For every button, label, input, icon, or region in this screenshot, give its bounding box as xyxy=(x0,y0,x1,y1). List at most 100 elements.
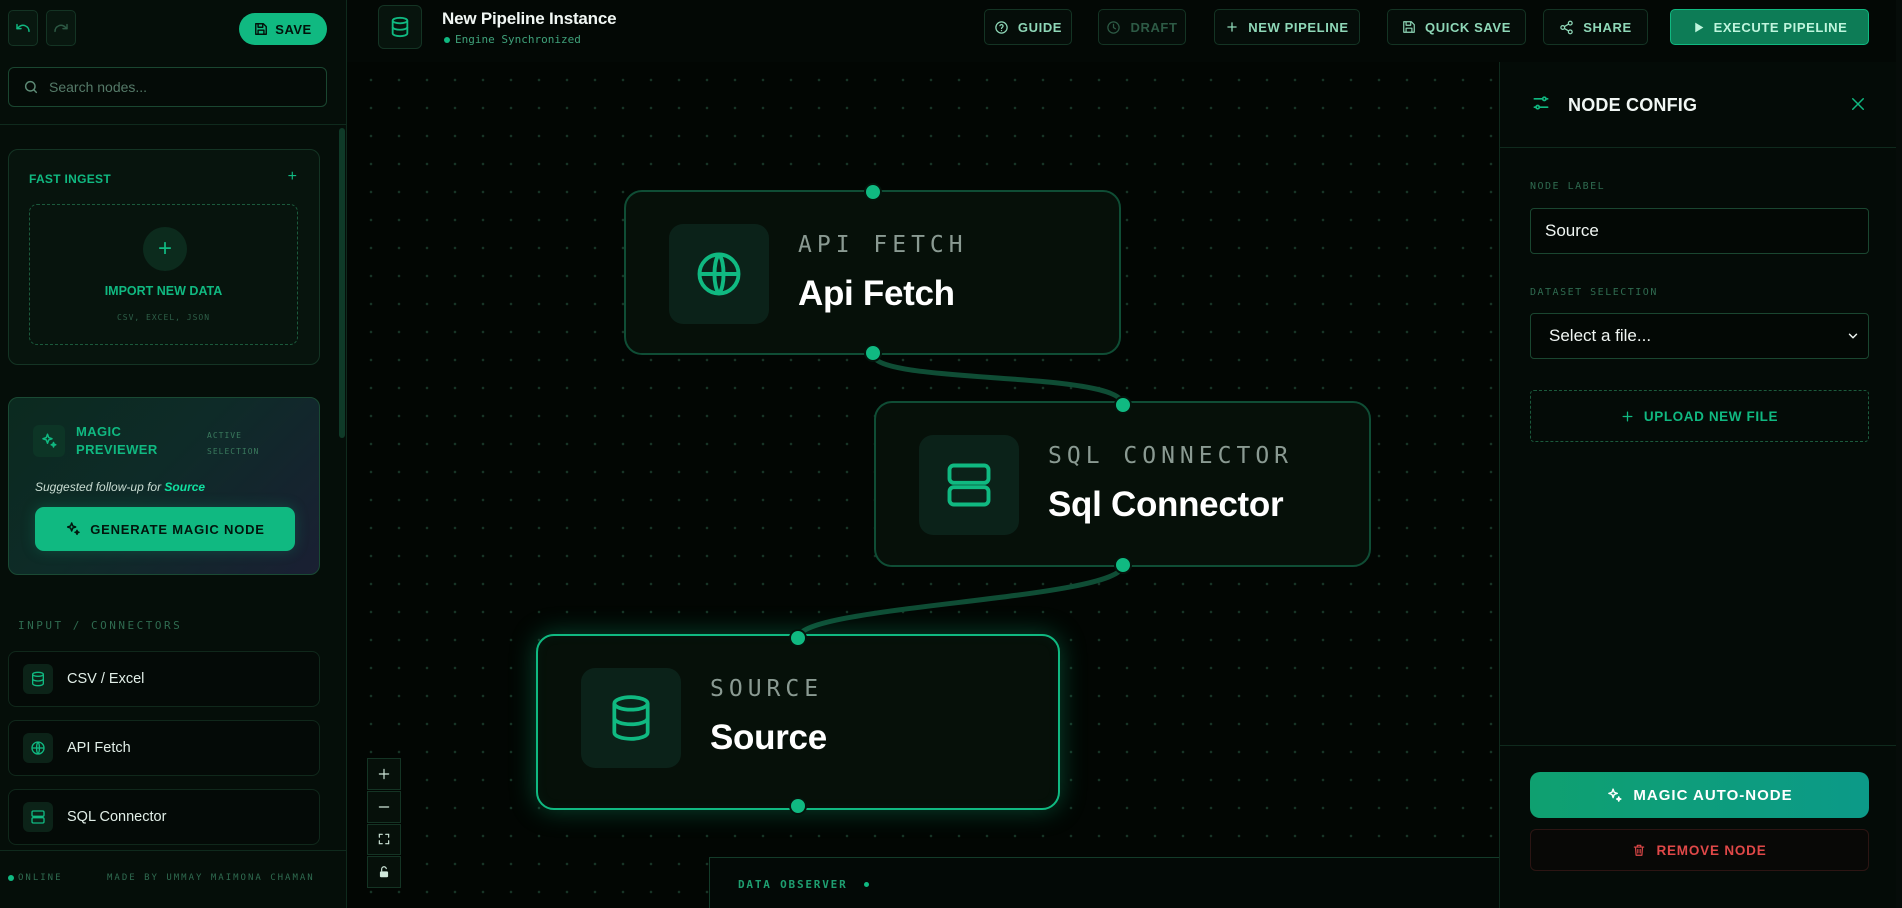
config-title: NODE CONFIG xyxy=(1568,95,1698,115)
library-item-label: CSV / Excel xyxy=(67,671,145,687)
online-status: ONLINE xyxy=(8,873,63,883)
zoom-controls xyxy=(367,758,401,888)
redo-icon xyxy=(54,23,68,33)
node-type-label: SQL CONNECTOR xyxy=(1048,443,1294,469)
library-item-sql-connector[interactable]: SQL Connector xyxy=(8,789,320,845)
save-label: SAVE xyxy=(275,21,312,37)
dataset-select[interactable]: Select a file... xyxy=(1530,313,1869,359)
library-item-label: SQL Connector xyxy=(67,809,167,825)
config-header: NODE CONFIG xyxy=(1500,62,1902,148)
minus-icon xyxy=(378,806,390,808)
node-name-label: Api Fetch xyxy=(798,274,955,313)
maximize-icon xyxy=(378,834,390,845)
node-sql-connector-output-handle[interactable] xyxy=(1114,556,1132,574)
server-icon xyxy=(919,435,1019,535)
node-api-fetch[interactable]: API FETCH Api Fetch xyxy=(624,190,1121,355)
new-pipeline-button[interactable]: NEW PIPELINE xyxy=(1214,9,1360,45)
dataset-selection-title: DATASET SELECTION xyxy=(1530,287,1658,298)
zoom-in-button[interactable] xyxy=(367,758,401,790)
sliders-icon xyxy=(1531,93,1551,118)
sidebar-toolbar: SAVE xyxy=(0,0,346,125)
search-input[interactable] xyxy=(49,79,309,95)
import-label: IMPORT NEW DATA xyxy=(104,284,223,298)
remove-node-button[interactable]: REMOVE NODE xyxy=(1530,829,1869,871)
database-icon xyxy=(23,664,53,694)
quick-save-button[interactable]: QUICK SAVE xyxy=(1387,9,1526,45)
sidebar-footer: ONLINE MADE BY UMMAY MAIMONA CHAMAN xyxy=(0,850,346,908)
draft-button[interactable]: DRAFT xyxy=(1098,9,1186,45)
node-name-label: Source xyxy=(710,718,827,757)
node-api-fetch-input-handle[interactable] xyxy=(864,183,882,201)
sparkles-icon xyxy=(1608,787,1622,802)
share-button[interactable]: SHARE xyxy=(1543,9,1648,45)
node-type-label: SOURCE xyxy=(710,676,824,702)
fast-ingest-card: FAST INGEST + + IMPORT NEW DATA CSV, EXC… xyxy=(8,149,320,365)
dataset-select-value: Select a file... xyxy=(1549,326,1652,345)
server-icon xyxy=(23,802,53,832)
node-source-input-handle[interactable] xyxy=(789,629,807,647)
node-label-title: NODE LABEL xyxy=(1530,181,1606,192)
execute-pipeline-button[interactable]: EXECUTE PIPELINE xyxy=(1670,9,1869,45)
help-circle-icon xyxy=(995,20,1008,34)
node-sql-connector[interactable]: SQL CONNECTOR Sql Connector xyxy=(874,401,1371,567)
trash-icon xyxy=(1634,844,1645,856)
node-type-label: API FETCH xyxy=(798,232,968,258)
database-icon xyxy=(581,668,681,768)
close-config-button[interactable] xyxy=(1845,91,1871,117)
lock-icon xyxy=(379,866,389,878)
chevron-down-icon xyxy=(1848,333,1858,339)
node-source[interactable]: SOURCE Source xyxy=(536,634,1060,810)
undo-icon xyxy=(16,23,30,33)
status-dot xyxy=(8,875,14,881)
fast-ingest-add-button[interactable]: + xyxy=(288,168,297,186)
plus-icon xyxy=(1227,22,1238,32)
suggestion-text: Suggested follow-up for Source xyxy=(35,480,206,494)
window-edge xyxy=(1896,0,1902,908)
search-box[interactable] xyxy=(8,67,327,107)
status-dot xyxy=(444,36,450,43)
library-item-label: API Fetch xyxy=(67,740,131,756)
top-header: New Pipeline Instance Engine Synchronize… xyxy=(347,0,1902,54)
lock-button[interactable] xyxy=(367,856,401,888)
sidebar-scrollbar[interactable] xyxy=(339,128,345,438)
plus-icon xyxy=(378,768,390,780)
upload-new-file-button[interactable]: UPLOAD NEW FILE xyxy=(1530,390,1869,442)
undo-button[interactable] xyxy=(8,10,38,46)
node-label-input[interactable] xyxy=(1530,208,1869,254)
sparkles-icon xyxy=(67,522,80,536)
node-sql-connector-input-handle[interactable] xyxy=(1114,396,1132,414)
import-dropzone[interactable]: + IMPORT NEW DATA CSV, EXCEL, JSON xyxy=(29,204,298,345)
fast-ingest-title: FAST INGEST xyxy=(29,172,111,186)
plus-icon xyxy=(1622,411,1633,421)
library-item-api-fetch[interactable]: API Fetch xyxy=(8,720,320,776)
magic-auto-node-button[interactable]: MAGIC AUTO-NODE xyxy=(1530,772,1869,818)
save-button[interactable]: SAVE xyxy=(239,13,327,45)
engine-status: Engine Synchronized xyxy=(444,33,581,46)
node-api-fetch-output-handle[interactable] xyxy=(864,344,882,362)
close-icon xyxy=(1852,98,1864,110)
globe-icon xyxy=(669,224,769,324)
library-item-csv-excel[interactable]: CSV / Excel xyxy=(8,651,320,707)
share-icon xyxy=(1560,20,1573,34)
fit-view-button[interactable] xyxy=(367,823,401,856)
guide-button[interactable]: GUIDE xyxy=(984,9,1072,45)
save-icon xyxy=(255,23,268,35)
node-source-output-handle[interactable] xyxy=(789,797,807,815)
zoom-out-button[interactable] xyxy=(367,790,401,823)
import-formats: CSV, EXCEL, JSON xyxy=(116,313,211,322)
observer-status-dot xyxy=(864,882,869,887)
generate-magic-node-button[interactable]: GENERATE MAGIC NODE xyxy=(35,507,295,551)
sparkles-icon xyxy=(33,425,65,457)
input-connectors-label: INPUT / CONNECTORS xyxy=(18,619,183,632)
pipeline-title[interactable]: New Pipeline Instance xyxy=(442,9,617,29)
magic-previewer-title: MAGIC PREVIEWER xyxy=(76,424,158,457)
plus-icon: + xyxy=(143,227,187,271)
data-observer-label: DATA OBSERVER xyxy=(738,878,848,891)
globe-icon xyxy=(23,733,53,763)
redo-button[interactable] xyxy=(46,10,76,46)
active-selection-tag: ACTIVE SELECTION xyxy=(207,431,260,456)
credit-text: MADE BY UMMAY MAIMONA CHAMAN xyxy=(107,873,315,883)
play-icon xyxy=(1694,22,1703,32)
database-icon xyxy=(378,5,422,49)
data-observer-panel[interactable]: DATA OBSERVER xyxy=(709,857,1499,908)
